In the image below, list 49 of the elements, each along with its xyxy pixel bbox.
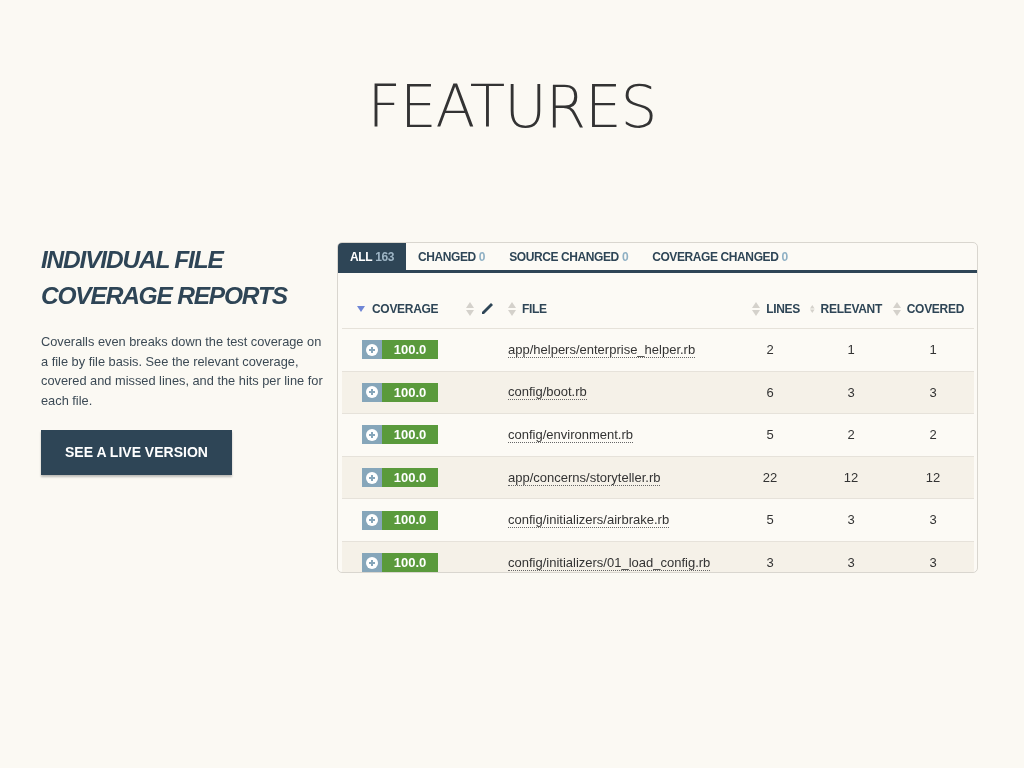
table-cell-text: 3: [847, 511, 855, 530]
table-cell-text: 1: [847, 341, 855, 360]
table-cell-text: 12: [925, 468, 941, 487]
slide-title: FEATURES: [366, 72, 658, 136]
table-cell-text: 3: [929, 383, 937, 402]
table-cell-text: 2: [929, 426, 937, 445]
table-cell-text: 5: [766, 426, 774, 445]
column-header[interactable]: COVERED: [906, 299, 964, 318]
table-cell-text: 6: [766, 383, 774, 402]
file-link[interactable]: config/boot.rb: [508, 384, 587, 401]
table-cell-text: 3: [766, 554, 774, 572]
filter-tab[interactable]: CHANGED 0: [405, 243, 498, 270]
feature-description: Coveralls even breaks down the test coverage on a file by file basis. See the relevant coverage, covered and missed lines, and the hits per line for each file.: [41, 333, 323, 410]
column-header[interactable]: COVERAGE: [372, 299, 439, 318]
filter-tab[interactable]: ALL 163: [338, 243, 406, 270]
file-link[interactable]: config/environment.rb: [508, 427, 633, 443]
file-link[interactable]: app/concerns/storyteller.rb: [508, 469, 661, 486]
file-link[interactable]: app/helpers/enterprise_helper.rb: [508, 341, 696, 358]
plus-icon[interactable]: [366, 429, 378, 441]
table-cell-text: 3: [847, 383, 855, 402]
table-cell-text: 5: [766, 511, 774, 530]
sort-arrows-icon[interactable]: [892, 301, 901, 316]
sort-arrows-icon[interactable]: [508, 301, 516, 316]
table-cell-text: 3: [929, 554, 937, 572]
table-cell-text: 22: [762, 468, 778, 487]
filter-tab[interactable]: COVERAGE CHANGED 0: [640, 243, 800, 270]
column-header[interactable]: LINES: [766, 299, 800, 318]
plus-icon[interactable]: [366, 386, 378, 399]
table-cell-text: 12: [843, 468, 859, 487]
column-header[interactable]: FILE: [522, 299, 547, 318]
feature-heading: INDIVIDUAL FILE COVERAGE REPORTS: [41, 245, 289, 311]
live-version-button[interactable]: SEE A LIVE VERSION: [41, 430, 232, 475]
plus-icon[interactable]: [366, 343, 378, 356]
file-link[interactable]: config/initializers/01_load_config.rb: [508, 554, 711, 571]
table-cell-text: 3: [847, 554, 855, 572]
column-header[interactable]: RELEVANT: [820, 299, 882, 318]
filter-tab[interactable]: SOURCE CHANGED 0: [497, 243, 641, 270]
sort-descending-icon[interactable]: [356, 304, 366, 313]
table-cell-text: 2: [766, 341, 774, 360]
file-link[interactable]: config/initializers/airbrake.rb: [508, 512, 670, 529]
table-cell-text: 1: [929, 341, 937, 360]
plus-icon[interactable]: [366, 471, 378, 484]
table-cell-text: 2: [847, 426, 855, 445]
sort-arrows-icon[interactable]: [752, 301, 761, 316]
plus-icon[interactable]: [366, 514, 378, 527]
table-cell-text: 3: [929, 511, 937, 530]
plus-icon[interactable]: [366, 556, 378, 569]
pencil-icon[interactable]: [480, 301, 494, 316]
sort-arrows-icon[interactable]: [466, 301, 474, 316]
